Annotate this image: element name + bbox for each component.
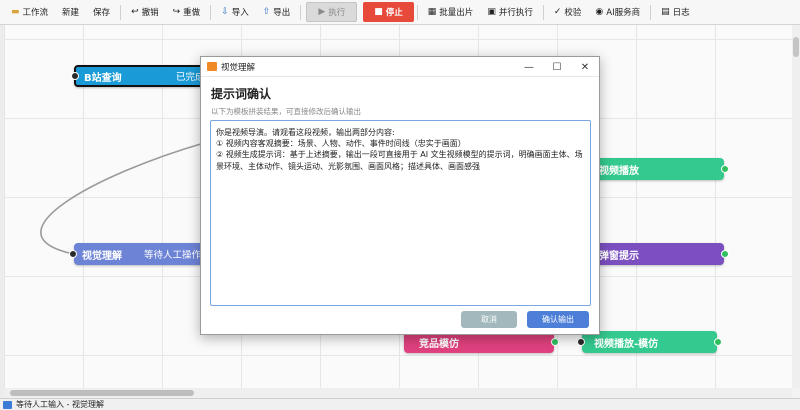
robot-icon: ◉ [595,6,604,17]
edge-connector [40,142,205,255]
prompt-textarea[interactable]: 你是视频导演。请观看这段视频，输出两部分内容: ① 视频内容客观摘要：场景、人物… [210,120,591,306]
scroll-thumb[interactable] [10,390,194,396]
verify-button[interactable]: ✓ 校验 [547,2,589,23]
import-button[interactable]: ⇩ 导入 [214,2,256,23]
redo-button[interactable]: ↪ 重做 [166,2,208,23]
execute-button[interactable]: ▶ 执行 [306,2,358,22]
ai-store-button[interactable]: ◉ AI服务商 [588,2,647,23]
export-button[interactable]: ⇧ 导出 [256,2,298,23]
node-output-port[interactable] [714,338,722,346]
dialog-footer: 取消 确认输出 [461,311,589,328]
export-icon: ⇧ [262,6,271,17]
node-input-port[interactable] [577,338,585,346]
horizontal-scrollbar[interactable] [4,388,792,398]
folder-icon: ▬ [11,6,20,17]
toolbar-divider [650,4,652,20]
parallel-button[interactable]: ▣ 并行执行 [480,2,540,23]
app-icon [207,62,217,71]
new-button[interactable]: 新建 [55,2,86,23]
dialog-titlebar[interactable]: 视觉理解 — ☐ ✕ [201,57,599,77]
main-toolbar: ▬ 工作流 新建 保存 ↩ 撤销 ↪ 重做 ⇩ 导入 ⇧ 导出 ▶ 执行 ■ 停止 ▦ 批量出片… [0,0,800,25]
log-icon: ▤ [661,6,670,17]
node-output-port[interactable] [721,165,729,173]
log-button[interactable]: ▤ 日志 [654,2,697,23]
import-icon: ⇩ [221,6,229,17]
dialog-heading: 提示词确认 [211,87,272,101]
close-icon[interactable]: ✕ [571,57,599,77]
save-button[interactable]: 保存 [86,2,117,23]
status-bar: 等待人工输入 - 视觉理解 [0,398,800,410]
scroll-thumb[interactable] [793,37,799,57]
stop-icon: ■ [374,6,383,17]
toolbar-divider [120,4,122,20]
toolbar-divider [210,4,212,20]
prompt-confirm-dialog: 视觉理解 — ☐ ✕ 提示词确认 以下为模板拼装结果，可直接修改后确认输出 你是… [200,56,600,335]
maximize-icon[interactable]: ☐ [543,57,571,77]
toolbar-divider [542,4,544,20]
play-icon: ▶ [318,6,326,17]
toolbar-divider [416,4,418,20]
film-icon: ▦ [427,6,437,17]
stop-button[interactable]: ■ 停止 [363,2,414,22]
status-icon [3,400,12,409]
node-input-port[interactable] [69,250,77,258]
workflow-button[interactable]: ▬ 工作流 [4,2,55,23]
window-controls: — ☐ ✕ [515,57,599,77]
node-input-port[interactable] [71,72,79,80]
toolbar-divider [300,4,302,20]
status-text: 等待人工输入 - 视觉理解 [16,400,104,409]
parallel-icon: ▣ [487,6,496,17]
node-output-port[interactable] [551,338,559,346]
redo-icon: ↪ [172,6,181,17]
vertical-scrollbar[interactable] [792,25,800,388]
node-output-port[interactable] [721,250,729,258]
minimize-icon[interactable]: — [515,57,543,77]
undo-button[interactable]: ↩ 撤销 [124,2,166,23]
cancel-button[interactable]: 取消 [461,311,517,328]
confirm-output-button[interactable]: 确认输出 [527,311,589,328]
dialog-subtitle: 以下为模板拼装结果，可直接修改后确认输出 [211,107,361,116]
check-icon: ✓ [553,6,562,17]
node-video-play-imitation[interactable]: 视频播放-模仿 [577,331,722,353]
undo-icon: ↩ [131,6,139,17]
batch-button[interactable]: ▦ 批量出片 [421,2,481,23]
